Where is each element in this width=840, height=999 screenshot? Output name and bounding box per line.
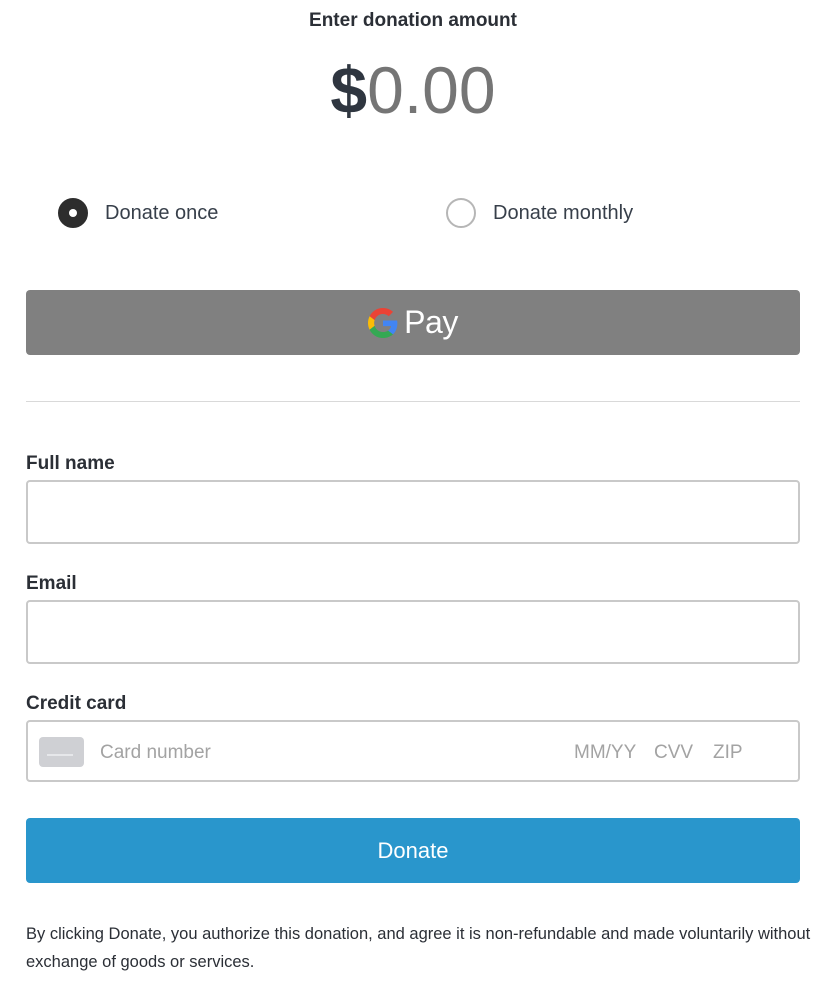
page-title: Enter donation amount [309,10,517,31]
full-name-label: Full name [26,453,115,474]
disclaimer-text: By clicking Donate, you authorize this d… [26,925,811,971]
email-input[interactable] [26,600,800,664]
donate-monthly-option[interactable]: Donate monthly [446,196,633,230]
donate-once-label: Donate once [105,201,219,224]
frequency-selector: Donate once Donate monthly [26,196,800,230]
google-pay-button[interactable]: Pay [26,290,800,355]
credit-card-icon [39,737,84,767]
card-number-input[interactable]: Card number [100,742,211,764]
radio-button-checked[interactable] [58,198,88,228]
google-pay-label: Pay [404,304,458,340]
expiry-input[interactable]: MM/YY [574,742,636,764]
full-name-input[interactable] [26,480,800,544]
donate-once-option[interactable]: Donate once [58,196,218,230]
google-pay-content: Pay [368,304,458,341]
radio-button-unchecked[interactable] [446,198,476,228]
credit-card-label: Credit card [26,693,127,714]
donation-amount[interactable]: $0.00 [26,54,800,126]
donate-button[interactable]: Donate [26,818,800,883]
credit-card-field[interactable]: Card number MM/YY CVV ZIP [26,720,800,782]
zip-input[interactable]: ZIP [713,742,743,764]
donate-monthly-label: Donate monthly [493,201,634,224]
cvv-input[interactable]: CVV [654,742,693,764]
email-label: Email [26,573,77,594]
amount-value: 0.00 [367,53,496,127]
google-g-icon [368,307,398,338]
divider [26,401,800,402]
currency-symbol: $ [330,53,368,127]
